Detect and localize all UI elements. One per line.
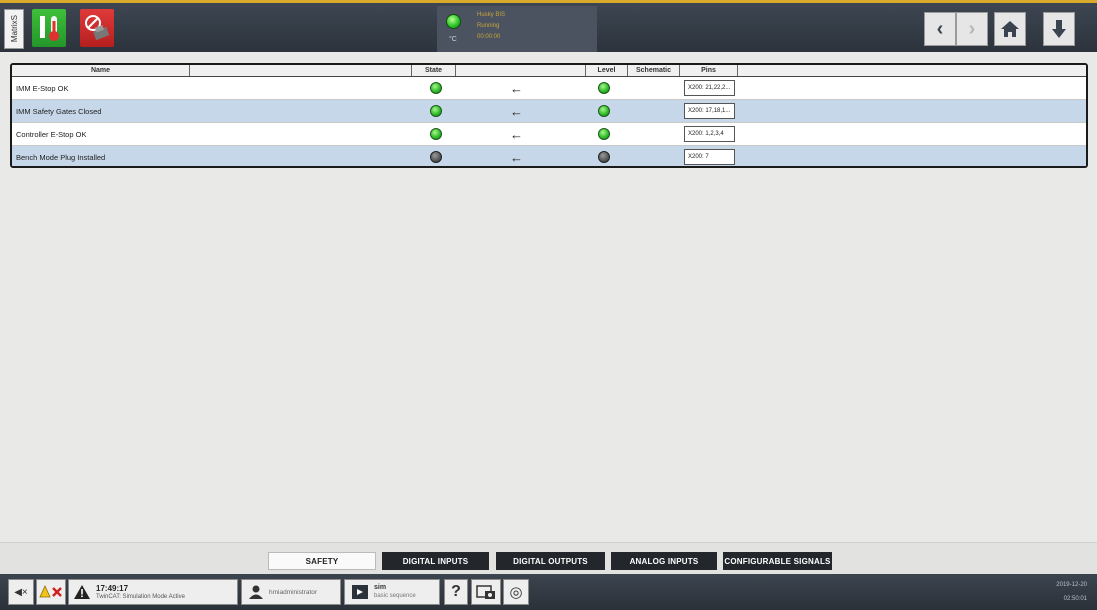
tab-safety[interactable]: SAFETY <box>268 552 376 570</box>
pins-field[interactable]: X200: 17,18,1... <box>684 103 735 119</box>
status-led-icon <box>446 14 461 29</box>
simulation-button[interactable]: sim basic sequence <box>344 579 440 605</box>
status-date: 2019-12-20 <box>1056 582 1087 588</box>
signal-name: IMM Safety Gates Closed <box>16 107 102 116</box>
arrow-left-icon: ← <box>510 150 523 165</box>
alarm-message: TwinCAT: Simulation Mode Active <box>96 593 185 600</box>
state-led-icon <box>430 128 442 140</box>
column-spacer-header <box>190 65 412 76</box>
tab-digital-inputs[interactable]: DIGITAL INPUTS <box>382 552 489 570</box>
help-button[interactable]: ? <box>444 579 468 605</box>
chevron-right-icon: › <box>968 17 976 40</box>
sim-title: sim <box>374 584 387 591</box>
user-name: hmiadministrator <box>269 588 318 596</box>
status-time: 02:50:01 <box>1063 596 1087 602</box>
globe-icon: ◎ <box>509 584 523 601</box>
machine-status-panel[interactable]: °C Husky BIS Running 00:00:00 <box>437 6 597 52</box>
language-button[interactable]: ◎ <box>503 579 529 605</box>
pins-field[interactable]: X200: 7 <box>684 149 735 165</box>
safety-signals-table: Name State Level Schematic Pins IMM E-St… <box>10 63 1088 168</box>
machine-timer: 00:00:00 <box>477 34 501 40</box>
side-tab[interactable]: MatrixS <box>4 9 24 49</box>
alarm-message-button[interactable]: 17:49:17 TwinCAT: Simulation Mode Active <box>68 579 238 605</box>
column-level-header[interactable]: Level <box>586 65 628 76</box>
state-led-icon <box>430 82 442 94</box>
heat-button[interactable] <box>32 9 66 47</box>
thermometer-icon <box>40 16 59 41</box>
mold-off-icon <box>85 15 110 41</box>
home-icon <box>1001 21 1019 37</box>
column-pins-header[interactable]: Pins <box>680 65 738 76</box>
alarm-reset-button[interactable] <box>36 579 66 605</box>
home-button[interactable] <box>994 12 1026 46</box>
speaker-mute-icon: ◀× <box>14 586 28 598</box>
table-row[interactable]: IMM Safety Gates Closed ← X200: 17,18,1.… <box>12 100 1086 123</box>
level-led-icon <box>598 151 610 163</box>
arrow-left-icon: ← <box>510 81 523 96</box>
forward-button[interactable]: › <box>956 12 988 46</box>
signal-name: Controller E-Stop OK <box>16 130 87 139</box>
top-bar: MatrixS °C Husky BIS Running 00:00:00 ‹ … <box>0 0 1097 52</box>
mute-button[interactable]: ◀× <box>8 579 34 605</box>
table-row[interactable]: Bench Mode Plug Installed ← X200: 7 <box>12 146 1086 166</box>
alarm-time: 17:49:17 <box>96 583 129 593</box>
chevron-left-icon: ‹ <box>936 17 944 40</box>
help-icon: ? <box>451 583 461 600</box>
user-icon <box>249 585 263 599</box>
alarm-clear-icon <box>39 585 62 598</box>
temperature-unit: °C <box>449 36 457 43</box>
column-name-header[interactable]: Name <box>12 65 190 76</box>
level-led-icon <box>598 105 610 117</box>
level-led-icon <box>598 82 610 94</box>
table-row[interactable]: Controller E-Stop OK ← X200: 1,2,3,4 <box>12 123 1086 146</box>
level-led-icon <box>598 128 610 140</box>
bottom-status-bar: ◀× 17:49:17 TwinCAT: Simulation Mode Act… <box>0 574 1097 610</box>
state-led-icon <box>430 105 442 117</box>
tab-configurable-signals[interactable]: CONFIGURABLE SIGNALS <box>723 552 832 570</box>
pins-field[interactable]: X200: 1,2,3,4 <box>684 126 735 142</box>
state-led-icon <box>430 151 442 163</box>
table-row[interactable]: IMM E-Stop OK ← X200: 21,22,2... <box>12 77 1086 100</box>
screenshot-icon <box>476 585 495 599</box>
tab-analog-inputs[interactable]: ANALOG INPUTS <box>611 552 717 570</box>
signal-name: IMM E-Stop OK <box>16 84 69 93</box>
column-schematic-header[interactable]: Schematic <box>628 65 680 76</box>
signal-category-tabs: SAFETY DIGITAL INPUTS DIGITAL OUTPUTS AN… <box>0 542 1097 574</box>
machine-state: Running <box>477 23 500 29</box>
table-header: Name State Level Schematic Pins <box>12 65 1086 77</box>
column-state-header[interactable]: State <box>412 65 456 76</box>
machine-name: Husky BIS <box>477 12 506 18</box>
back-button[interactable]: ‹ <box>924 12 956 46</box>
warning-icon <box>74 585 90 599</box>
sim-subtitle: basic sequence <box>374 593 416 599</box>
pins-field[interactable]: X200: 21,22,2... <box>684 80 735 96</box>
simulation-icon <box>352 585 368 599</box>
tab-digital-outputs[interactable]: DIGITAL OUTPUTS <box>496 552 605 570</box>
signal-name: Bench Mode Plug Installed <box>16 153 106 162</box>
arrow-down-icon <box>1052 20 1066 38</box>
download-button[interactable] <box>1043 12 1075 46</box>
mold-off-button[interactable] <box>80 9 114 47</box>
arrow-left-icon: ← <box>510 104 523 119</box>
side-tab-label: MatrixS <box>9 15 19 43</box>
user-button[interactable]: hmiadministrator <box>241 579 341 605</box>
screenshot-button[interactable] <box>471 579 501 605</box>
arrow-left-icon: ← <box>510 127 523 142</box>
column-arrow-header <box>456 65 586 76</box>
